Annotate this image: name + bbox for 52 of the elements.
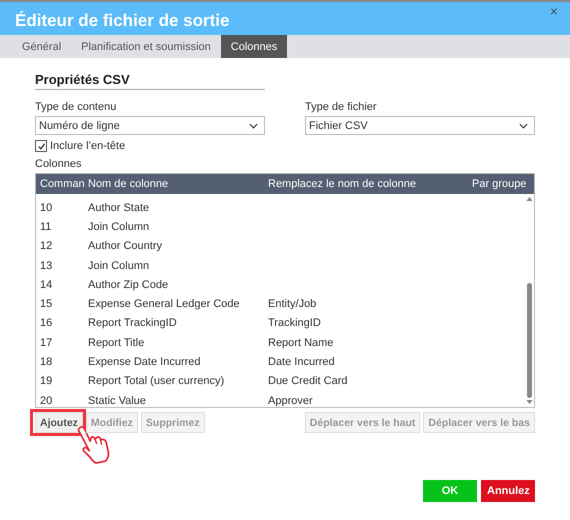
table-cell-text: Report Title — [88, 336, 146, 349]
table-cell-text: 20 — [39, 394, 54, 407]
table-cell-text: Report Total (user currency) — [88, 375, 226, 388]
dropdown[interactable]: Fichier CSV — [305, 116, 535, 135]
table-cell-text: Expense General Ledger Code — [88, 298, 241, 310]
tab[interactable]: Planification et soumission — [71, 35, 221, 58]
table-cell-text: 16 — [39, 317, 54, 330]
chevron-down-icon — [249, 122, 258, 128]
column-header: Nom de colonne — [88, 178, 170, 190]
scrollbar-thumb[interactable] — [526, 283, 532, 398]
tab[interactable]: Colonnes — [220, 35, 288, 58]
table-cell-text: Author Country — [88, 240, 163, 252]
checkbox-label: Inclure l’en-tête — [50, 140, 126, 152]
chevron-down-icon — [519, 122, 528, 128]
table-cell-text: 11 — [39, 220, 52, 233]
window-title: Éditeur de fichier de sortie — [14, 10, 230, 31]
table-cell-text: 13 — [39, 260, 54, 272]
table-label: Colonnes — [35, 158, 82, 170]
close-button[interactable]: × — [550, 4, 558, 18]
cancel-button[interactable]: Annulez — [481, 480, 535, 502]
field-label: Type de fichier — [305, 101, 378, 113]
table-cell-text: Join Column — [88, 220, 150, 233]
table-cell-text: 12 — [39, 240, 54, 252]
table-cell-text: TrackingID — [268, 317, 322, 330]
table-cell-text: 10 — [39, 202, 54, 214]
table-cell-text: 14 — [39, 278, 54, 291]
table-cell-text: 17 — [39, 336, 54, 349]
table-cell-text: Approver — [268, 394, 314, 407]
column-header: Remplacez le nom de colonne — [268, 178, 417, 190]
column-header: Par groupe — [472, 178, 528, 190]
table-cell-text: 19 — [39, 375, 54, 388]
column-header: Comman — [39, 178, 86, 190]
tab[interactable]: Général — [12, 35, 72, 58]
table-cell-text: Report TrackingID — [88, 317, 178, 330]
dropdown[interactable]: Numéro de ligne — [35, 116, 265, 135]
table-cell-text: Report Name — [268, 336, 334, 349]
table-cell-text: Due Credit Card — [268, 375, 348, 388]
field-label: Type de contenu — [35, 101, 118, 113]
table-cell-text: Author Zip Code — [88, 278, 170, 291]
scroll-down-icon[interactable] — [526, 400, 532, 404]
table-cell-text: Date Incurred — [268, 356, 336, 368]
table-cell-text: 18 — [39, 356, 54, 368]
button[interactable]: Ajoutez — [35, 412, 83, 433]
table-cell-text: 15 — [39, 298, 54, 310]
section-title: Propriétés CSV — [35, 72, 265, 90]
table-cell-text: Expense Date Incurred — [88, 356, 202, 368]
checkbox[interactable] — [35, 140, 47, 152]
scroll-up-icon[interactable] — [526, 197, 532, 201]
table-cell-text: Entity/Job — [268, 298, 318, 310]
table-cell-text: Author State — [88, 202, 150, 214]
table-cell-text: Join Column — [88, 260, 150, 272]
table-cell-text: Static Value — [88, 394, 147, 407]
